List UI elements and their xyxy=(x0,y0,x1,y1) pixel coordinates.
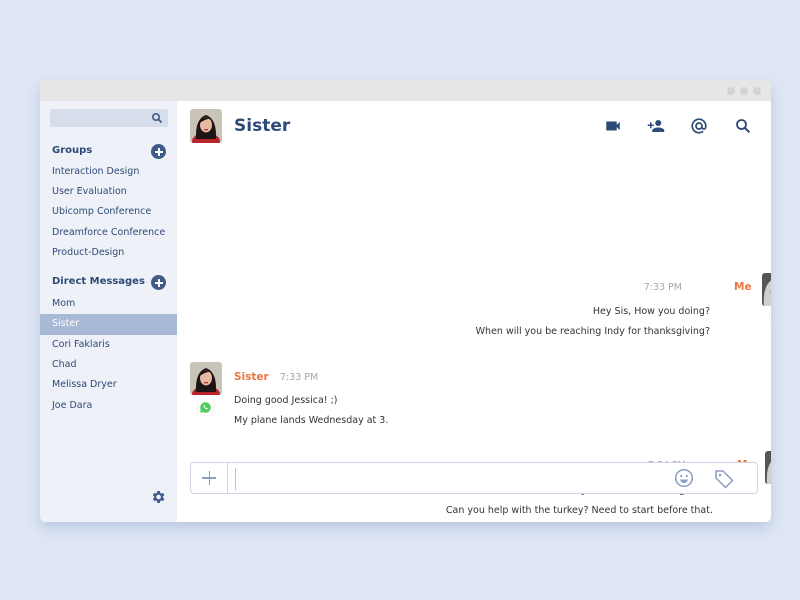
video-camera-icon[interactable] xyxy=(604,117,622,135)
add-group-button[interactable] xyxy=(151,144,166,159)
whatsapp-badge xyxy=(198,400,213,415)
message-input[interactable] xyxy=(235,468,662,490)
sidebar-item-joe-dara[interactable]: Joe Dara xyxy=(40,396,177,417)
sidebar-item-interaction-design[interactable]: Interaction Design xyxy=(40,162,177,183)
attach-button[interactable] xyxy=(191,463,228,493)
search-icon[interactable] xyxy=(151,112,163,124)
message-time: 7:33 PM xyxy=(643,282,682,293)
messenger-badge xyxy=(770,311,771,326)
direct-messages-header: Direct Messages xyxy=(52,275,166,291)
at-sign-icon[interactable] xyxy=(690,117,708,135)
sidebar-item-cori-faklaris[interactable]: Cori Faklaris xyxy=(40,335,177,356)
message-sender: Sister xyxy=(234,371,269,383)
app-window: Groups Interaction Design User Evaluatio… xyxy=(40,80,771,522)
window-control-dot[interactable] xyxy=(753,87,761,95)
sidebar-item-mom[interactable]: Mom xyxy=(40,294,177,315)
message-line: When will you be reaching Indy for thank… xyxy=(475,326,710,337)
window-control-dot[interactable] xyxy=(727,87,735,95)
direct-messages-title: Direct Messages xyxy=(52,276,145,287)
sidebar-item-ubicomp-conference[interactable]: Ubicomp Conference xyxy=(40,202,177,223)
sidebar-item-user-evaluation[interactable]: User Evaluation xyxy=(40,182,177,203)
my-avatar[interactable] xyxy=(762,273,771,306)
sidebar-item-dreamforce-conference[interactable]: Dreamforce Conference xyxy=(40,223,177,244)
add-direct-message-button[interactable] xyxy=(151,275,166,290)
groups-title: Groups xyxy=(52,145,93,156)
contact-avatar[interactable] xyxy=(190,109,222,143)
sidebar-item-chad[interactable]: Chad xyxy=(40,355,177,376)
groups-header: Groups xyxy=(52,144,166,160)
search-icon[interactable] xyxy=(734,117,752,135)
message-line: Can you help with the turkey? Need to st… xyxy=(445,505,713,516)
message-line: Hey Sis, How you doing? xyxy=(592,306,710,317)
whatsapp-icon xyxy=(200,402,211,413)
message-line: Doing good Jessica! ;) xyxy=(234,395,338,406)
message-time: 7:33 PM xyxy=(279,372,319,383)
messenger-icon xyxy=(770,311,771,326)
gear-icon[interactable] xyxy=(150,489,166,505)
window-control-dot[interactable] xyxy=(740,87,748,95)
sidebar-search-input[interactable] xyxy=(50,109,168,127)
message-sender: Me xyxy=(734,281,752,293)
sidebar-item-sister[interactable]: Sister xyxy=(40,314,177,335)
title-bar xyxy=(40,80,771,101)
message-line: My plane lands Wednesday at 3. xyxy=(234,415,389,426)
sidebar-item-melissa-dryer[interactable]: Melissa Dryer xyxy=(40,375,177,396)
sidebar-item-product-design[interactable]: Product-Design xyxy=(40,243,177,264)
sidebar: Groups Interaction Design User Evaluatio… xyxy=(40,101,177,522)
tag-icon[interactable] xyxy=(713,468,735,490)
window-controls xyxy=(727,87,761,95)
chat-panel: Sister 7:33 PM Me Hey Sis, How you doing… xyxy=(177,101,771,522)
emoji-icon[interactable] xyxy=(674,468,694,488)
my-avatar[interactable] xyxy=(765,451,771,484)
sister-avatar[interactable] xyxy=(190,362,222,395)
add-person-icon[interactable] xyxy=(647,117,665,135)
page-title: Sister xyxy=(234,116,291,136)
message-composer xyxy=(190,462,758,494)
